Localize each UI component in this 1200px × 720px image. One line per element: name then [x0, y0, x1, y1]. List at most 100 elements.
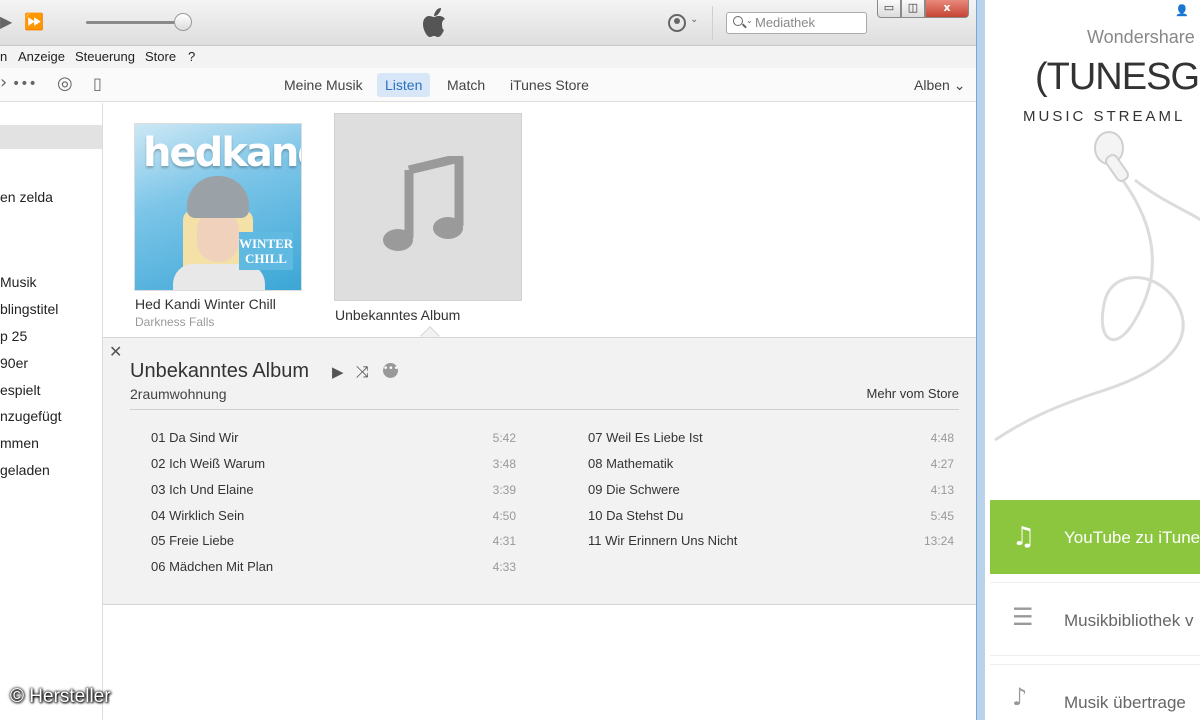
- track-title[interactable]: 02 Ich Weiß Warum: [151, 456, 265, 471]
- itunes-window: ▶ ⏩ ⌄ Mediathek ⌄ ▭ ◫ x n Anzeige Steuer…: [0, 0, 976, 720]
- button-label: Musikbibliothek v: [1064, 611, 1194, 630]
- more-icon[interactable]: •••: [383, 363, 399, 378]
- earphone-illustration: [994, 131, 1200, 442]
- track-duration: 4:13: [930, 483, 954, 497]
- tunesgo-logo: (TUNESG: [1035, 56, 1200, 98]
- forward-icon[interactable]: ⏩: [24, 11, 44, 33]
- youtube-to-itunes-button[interactable]: ♫ YouTube zu iTune: [990, 500, 1200, 574]
- sidebar-item[interactable]: 90er: [0, 355, 28, 371]
- cd-icon[interactable]: ◎: [57, 73, 73, 94]
- track-duration: 3:48: [492, 457, 516, 471]
- track-title[interactable]: 05 Freie Liebe: [151, 533, 234, 548]
- music-note-icon: [383, 156, 464, 251]
- volume-knob[interactable]: [174, 13, 192, 31]
- album-title[interactable]: Hed Kandi Winter Chill: [135, 296, 276, 312]
- brand-name: Wondershare: [1087, 27, 1195, 47]
- divider: [130, 409, 959, 410]
- track-title[interactable]: 11 Wir Erinnern Uns Nicht: [588, 533, 737, 548]
- menu-bar: n Anzeige Steuerung Store ?: [0, 46, 976, 68]
- track-duration: 4:31: [492, 534, 516, 548]
- tunesgo-subtitle: MUSIC STREAML: [1023, 108, 1186, 125]
- track-duration: 5:42: [492, 431, 516, 445]
- track-title[interactable]: 03 Ich Und Elaine: [151, 482, 254, 497]
- detail-title: Unbekanntes Album: [130, 360, 310, 382]
- apple-icon: [423, 8, 445, 37]
- library-icon: ☰: [1012, 603, 1034, 631]
- sidebar: en zelda Musik blingstitel p 25 90er esp…: [0, 103, 103, 720]
- cover-logo: hedkandi: [143, 130, 301, 176]
- track-duration: 4:33: [492, 560, 516, 574]
- track-duration: 4:50: [492, 509, 516, 523]
- album-cover[interactable]: hedkandi WINTER CHILL: [134, 123, 302, 291]
- track-title[interactable]: 10 Da Stehst Du: [588, 508, 683, 523]
- menu-item-steuerung[interactable]: Steuerung: [75, 49, 135, 64]
- search-icon: [733, 16, 743, 26]
- account-icon[interactable]: [668, 14, 686, 32]
- minimize-button[interactable]: ▭: [877, 0, 901, 18]
- button-label: Musik übertrage: [1064, 693, 1186, 712]
- album-title[interactable]: Unbekanntes Album: [335, 307, 460, 323]
- close-icon[interactable]: ✕: [109, 342, 122, 361]
- tab-match[interactable]: Match: [439, 73, 493, 97]
- more-icon[interactable]: •••: [12, 76, 37, 92]
- close-button[interactable]: x: [925, 0, 969, 18]
- button-label: YouTube zu iTune: [1064, 528, 1200, 547]
- transfer-music-icon: ♪: [1012, 683, 1028, 711]
- sidebar-item[interactable]: nzugefügt: [0, 408, 62, 424]
- copyright-watermark: © Hersteller: [10, 686, 111, 707]
- album-artist[interactable]: Darkness Falls: [135, 315, 214, 329]
- sidebar-item[interactable]: espielt: [0, 382, 40, 398]
- album-grid: hedkandi WINTER CHILL Hed Kandi Winter C…: [103, 103, 976, 720]
- menu-item-store[interactable]: Store: [145, 49, 176, 64]
- user-icon[interactable]: 👤: [1175, 4, 1189, 17]
- sidebar-selection: [0, 125, 102, 149]
- sidebar-item[interactable]: en zelda: [0, 189, 53, 205]
- track-duration: 5:45: [930, 509, 954, 523]
- play-icon[interactable]: ▶: [332, 363, 344, 381]
- menu-item-anzeige[interactable]: Anzeige: [18, 49, 65, 64]
- track-title[interactable]: 06 Mädchen Mit Plan: [151, 559, 273, 574]
- restore-button[interactable]: ◫: [901, 0, 925, 18]
- track-title[interactable]: 07 Weil Es Liebe Ist: [588, 430, 703, 445]
- tab-itunes-store[interactable]: iTunes Store: [502, 73, 597, 97]
- back-icon[interactable]: ›: [0, 72, 7, 93]
- cover-tag: WINTER CHILL: [239, 232, 293, 270]
- track-duration: 3:39: [492, 483, 516, 497]
- track-title[interactable]: 09 Die Schwere: [588, 482, 680, 497]
- music-library-button[interactable]: ☰ Musikbibliothek v: [990, 582, 1200, 656]
- nav-bar: › ••• ◎ ▯ Meine Musik Listen Match iTune…: [0, 68, 976, 102]
- menu-item-help[interactable]: ?: [188, 49, 195, 64]
- tab-listen[interactable]: Listen: [377, 73, 431, 97]
- album-cover[interactable]: [334, 113, 522, 301]
- sidebar-item[interactable]: Musik: [0, 274, 37, 290]
- title-bar: ▶ ⏩ ⌄ Mediathek ⌄ ▭ ◫ x: [0, 0, 976, 46]
- track-title[interactable]: 04 Wirklich Sein: [151, 508, 244, 523]
- sidebar-item[interactable]: mmen: [0, 435, 39, 451]
- search-caret-icon: ⌄: [746, 16, 753, 25]
- account-caret-icon[interactable]: ⌄: [690, 14, 698, 25]
- track-title[interactable]: 08 Mathematik: [588, 456, 673, 471]
- music-add-icon: ♫: [1012, 522, 1036, 552]
- view-select[interactable]: Alben ⌄: [914, 77, 965, 94]
- play-icon[interactable]: ▶: [0, 11, 12, 33]
- window-border: [977, 0, 985, 720]
- tab-meine-musik[interactable]: Meine Musik: [276, 73, 371, 97]
- device-icon[interactable]: ▯: [93, 74, 102, 93]
- cover-art: [187, 176, 249, 218]
- volume-slider[interactable]: [86, 21, 184, 24]
- divider: [712, 6, 713, 40]
- tunesgo-window: 👤 Wondershare (TUNESG MUSIC STREAML ♫ Yo…: [976, 0, 1200, 720]
- detail-artist[interactable]: 2raumwohnung: [130, 386, 227, 402]
- transfer-music-button[interactable]: ♪ Musik übertrage: [990, 664, 1200, 720]
- shuffle-icon[interactable]: ⤨: [356, 362, 369, 382]
- track-title[interactable]: 01 Da Sind Wir: [151, 430, 238, 445]
- sidebar-item[interactable]: p 25: [0, 328, 27, 344]
- track-duration: 13:24: [923, 534, 954, 548]
- track-duration: 4:27: [930, 457, 954, 471]
- sidebar-item[interactable]: blingstitel: [0, 301, 58, 317]
- album-detail-panel: ✕ Unbekanntes Album ▶ ⤨ ••• 2raumwohnung…: [103, 337, 976, 605]
- track-duration: 4:48: [930, 431, 954, 445]
- store-link[interactable]: Mehr vom Store: [867, 386, 959, 401]
- sidebar-item[interactable]: geladen: [0, 462, 50, 478]
- menu-item[interactable]: n: [0, 49, 7, 64]
